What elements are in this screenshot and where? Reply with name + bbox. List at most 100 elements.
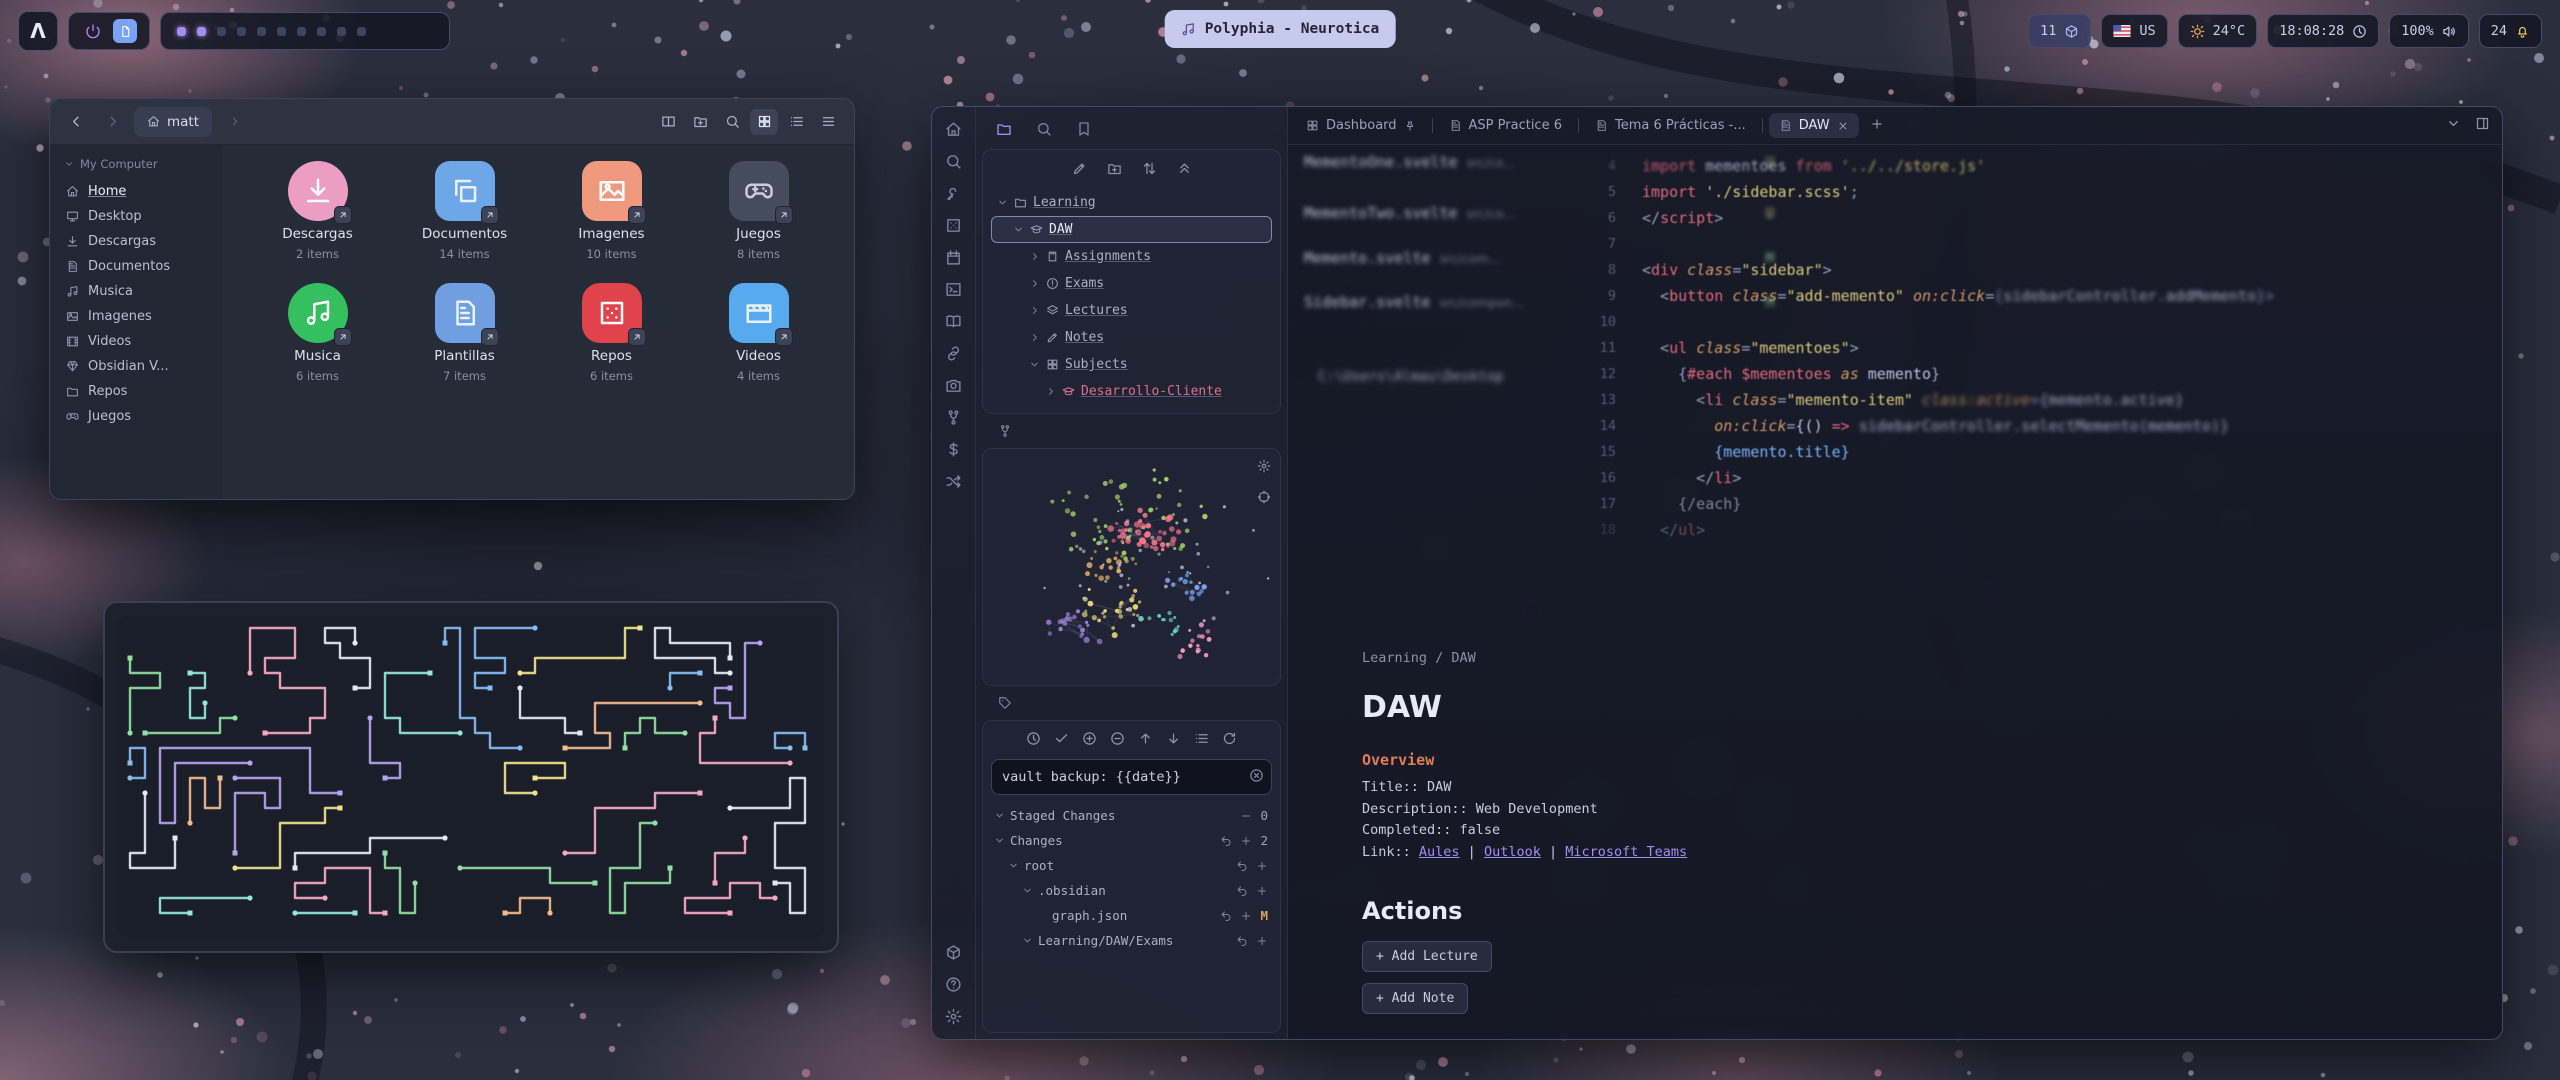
workspace-dot-2[interactable] [197, 27, 206, 36]
module-keyboard-layout[interactable]: US [2101, 14, 2167, 48]
chevron-right-icon[interactable] [1044, 386, 1056, 397]
folder-descargas[interactable]: Descargas2 items [244, 161, 391, 261]
git-plus-icon[interactable] [1240, 910, 1252, 922]
chevron-down-icon[interactable] [1007, 860, 1019, 871]
back-icon[interactable] [62, 109, 90, 135]
chevron-down-icon[interactable] [1028, 359, 1040, 370]
note-link-aules[interactable]: Aules [1419, 844, 1460, 860]
module-volume[interactable]: 100% [2389, 14, 2469, 48]
ribbon-box-icon[interactable] [945, 944, 962, 961]
breadcrumb[interactable]: matt [134, 107, 212, 137]
chevron-down-icon[interactable] [1021, 885, 1033, 896]
tree-item-learning[interactable]: Learning [991, 189, 1272, 216]
path-expand-icon[interactable] [220, 109, 248, 135]
commit-message-input[interactable] [991, 759, 1272, 795]
sidebar-item-desktop[interactable]: Desktop [50, 204, 222, 229]
workspace-dot-9[interactable] [337, 27, 346, 36]
chevron-down-icon[interactable] [993, 835, 1005, 846]
sidebar-item-videos[interactable]: Videos [50, 329, 222, 354]
git-undo-icon[interactable] [1236, 860, 1248, 872]
git-undo-icon[interactable] [1236, 935, 1248, 947]
module-notifications[interactable]: 24 [2479, 14, 2542, 48]
module-updates[interactable]: 11 [2028, 14, 2091, 48]
note-link-outlook[interactable]: Outlook [1484, 844, 1541, 860]
workspace-dot-6[interactable] [277, 27, 286, 36]
git-row-learning-daw-exams[interactable]: Learning/DAW/Exams [991, 928, 1272, 953]
folder-musica[interactable]: Musica6 items [244, 283, 391, 383]
git-minus-circle-button[interactable] [1110, 731, 1125, 750]
sidebar-item-musica[interactable]: Musica [50, 279, 222, 304]
ribbon-shuffle-icon[interactable] [945, 473, 962, 490]
clear-message-icon[interactable] [1249, 768, 1264, 787]
git-row-root[interactable]: root [991, 853, 1272, 878]
folder-videos[interactable]: Videos4 items [685, 283, 832, 383]
chevron-right-icon[interactable] [1028, 332, 1040, 343]
git-plus-icon[interactable] [1256, 935, 1268, 947]
graph-crosshair-icon[interactable] [1257, 489, 1271, 508]
panel-tab-search-icon[interactable] [1036, 121, 1052, 137]
new-tab-button[interactable] [1862, 113, 1892, 139]
fork-icon[interactable] [998, 424, 1012, 438]
tree-item-daw[interactable]: DAW [991, 216, 1272, 243]
ribbon-key-icon[interactable] [945, 185, 962, 202]
module-clock[interactable]: 18:08:28 [2267, 14, 2379, 48]
git-branches-pane-header[interactable] [982, 420, 1281, 442]
explorer-folder-plus-button[interactable] [1107, 161, 1122, 180]
folder-imagenes[interactable]: Imagenes10 items [538, 161, 685, 261]
chevron-right-icon[interactable] [1028, 278, 1040, 289]
folder-plantillas[interactable]: Plantillas7 items [391, 283, 538, 383]
explorer-collapse-button[interactable] [1177, 161, 1192, 180]
chevron-right-icon[interactable] [1028, 305, 1040, 316]
explorer-sort-button[interactable] [1142, 161, 1157, 180]
tree-item-assignments[interactable]: Assignments [991, 243, 1272, 270]
tag-icon[interactable] [998, 696, 1012, 710]
forward-icon[interactable] [98, 109, 126, 135]
note-link-microsoft-teams[interactable]: Microsoft Teams [1565, 844, 1687, 860]
git-upload-button[interactable] [1138, 731, 1153, 750]
tab-asp-practice-6[interactable]: ASP Practice 6 [1439, 113, 1572, 138]
sidebar-item-repos[interactable]: Repos [50, 379, 222, 404]
ribbon-link-icon[interactable] [945, 345, 962, 362]
git-minus-icon[interactable] [1240, 810, 1252, 822]
tree-item-subjects[interactable]: Subjects [991, 351, 1272, 378]
sidebar-item-home[interactable]: Home [50, 179, 222, 204]
folder-documentos[interactable]: Documentos14 items [391, 161, 538, 261]
action-button-add-note[interactable]: + Add Note [1362, 983, 1468, 1014]
tree-item-notes[interactable]: Notes [991, 324, 1272, 351]
git-check-button[interactable] [1054, 731, 1069, 750]
chevron-down-icon[interactable] [996, 197, 1008, 208]
git-undo-icon[interactable] [1220, 910, 1232, 922]
sidebar-item-descargas[interactable]: Descargas [50, 229, 222, 254]
tab-tema-6-pr-cticas[interactable]: Tema 6 Prácticas -... [1585, 113, 1756, 138]
module-weather[interactable]: 24°C [2178, 14, 2258, 48]
workspace-dot-7[interactable] [297, 27, 306, 36]
workspace-dot-1[interactable] [177, 27, 186, 36]
tab-dashboard[interactable]: Dashboard [1296, 113, 1426, 138]
tab-daw[interactable]: DAW [1769, 113, 1859, 138]
git-plus-icon[interactable] [1256, 860, 1268, 872]
workspace-dot-3[interactable] [217, 27, 226, 36]
chevron-down-icon[interactable] [1021, 935, 1033, 946]
git-download-arrow-button[interactable] [1166, 731, 1181, 750]
chevron-down-icon[interactable] [1012, 224, 1024, 235]
explorer-pencil-button[interactable] [1072, 161, 1087, 180]
ribbon-book-icon[interactable] [945, 313, 962, 330]
ribbon-search-icon[interactable] [945, 153, 962, 170]
sidebar-item-obsidian-v[interactable]: Obsidian V... [50, 354, 222, 379]
folder-repos[interactable]: Repos6 items [538, 283, 685, 383]
folder-juegos[interactable]: Juegos8 items [685, 161, 832, 261]
tabs-view-button[interactable] [654, 109, 682, 135]
ribbon-help-icon[interactable] [945, 976, 962, 993]
workspace-dot-10[interactable] [357, 27, 366, 36]
git-row-obsidian[interactable]: .obsidian [991, 878, 1272, 903]
git-row-graph-json[interactable]: graph.jsonM [991, 903, 1272, 928]
tabbar-splitv-button[interactable] [2475, 116, 2490, 135]
sidebar-item-imagenes[interactable]: Imagenes [50, 304, 222, 329]
search-view-button[interactable] [718, 109, 746, 135]
collapse-section-icon[interactable] [64, 159, 74, 169]
git-plus-icon[interactable] [1240, 835, 1252, 847]
tree-item-exams[interactable]: Exams [991, 270, 1272, 297]
ribbon-camera-icon[interactable] [945, 377, 962, 394]
chevron-down-icon[interactable] [993, 810, 1005, 821]
tree-item-desarrollo-cliente[interactable]: Desarrollo-Cliente [991, 378, 1272, 405]
